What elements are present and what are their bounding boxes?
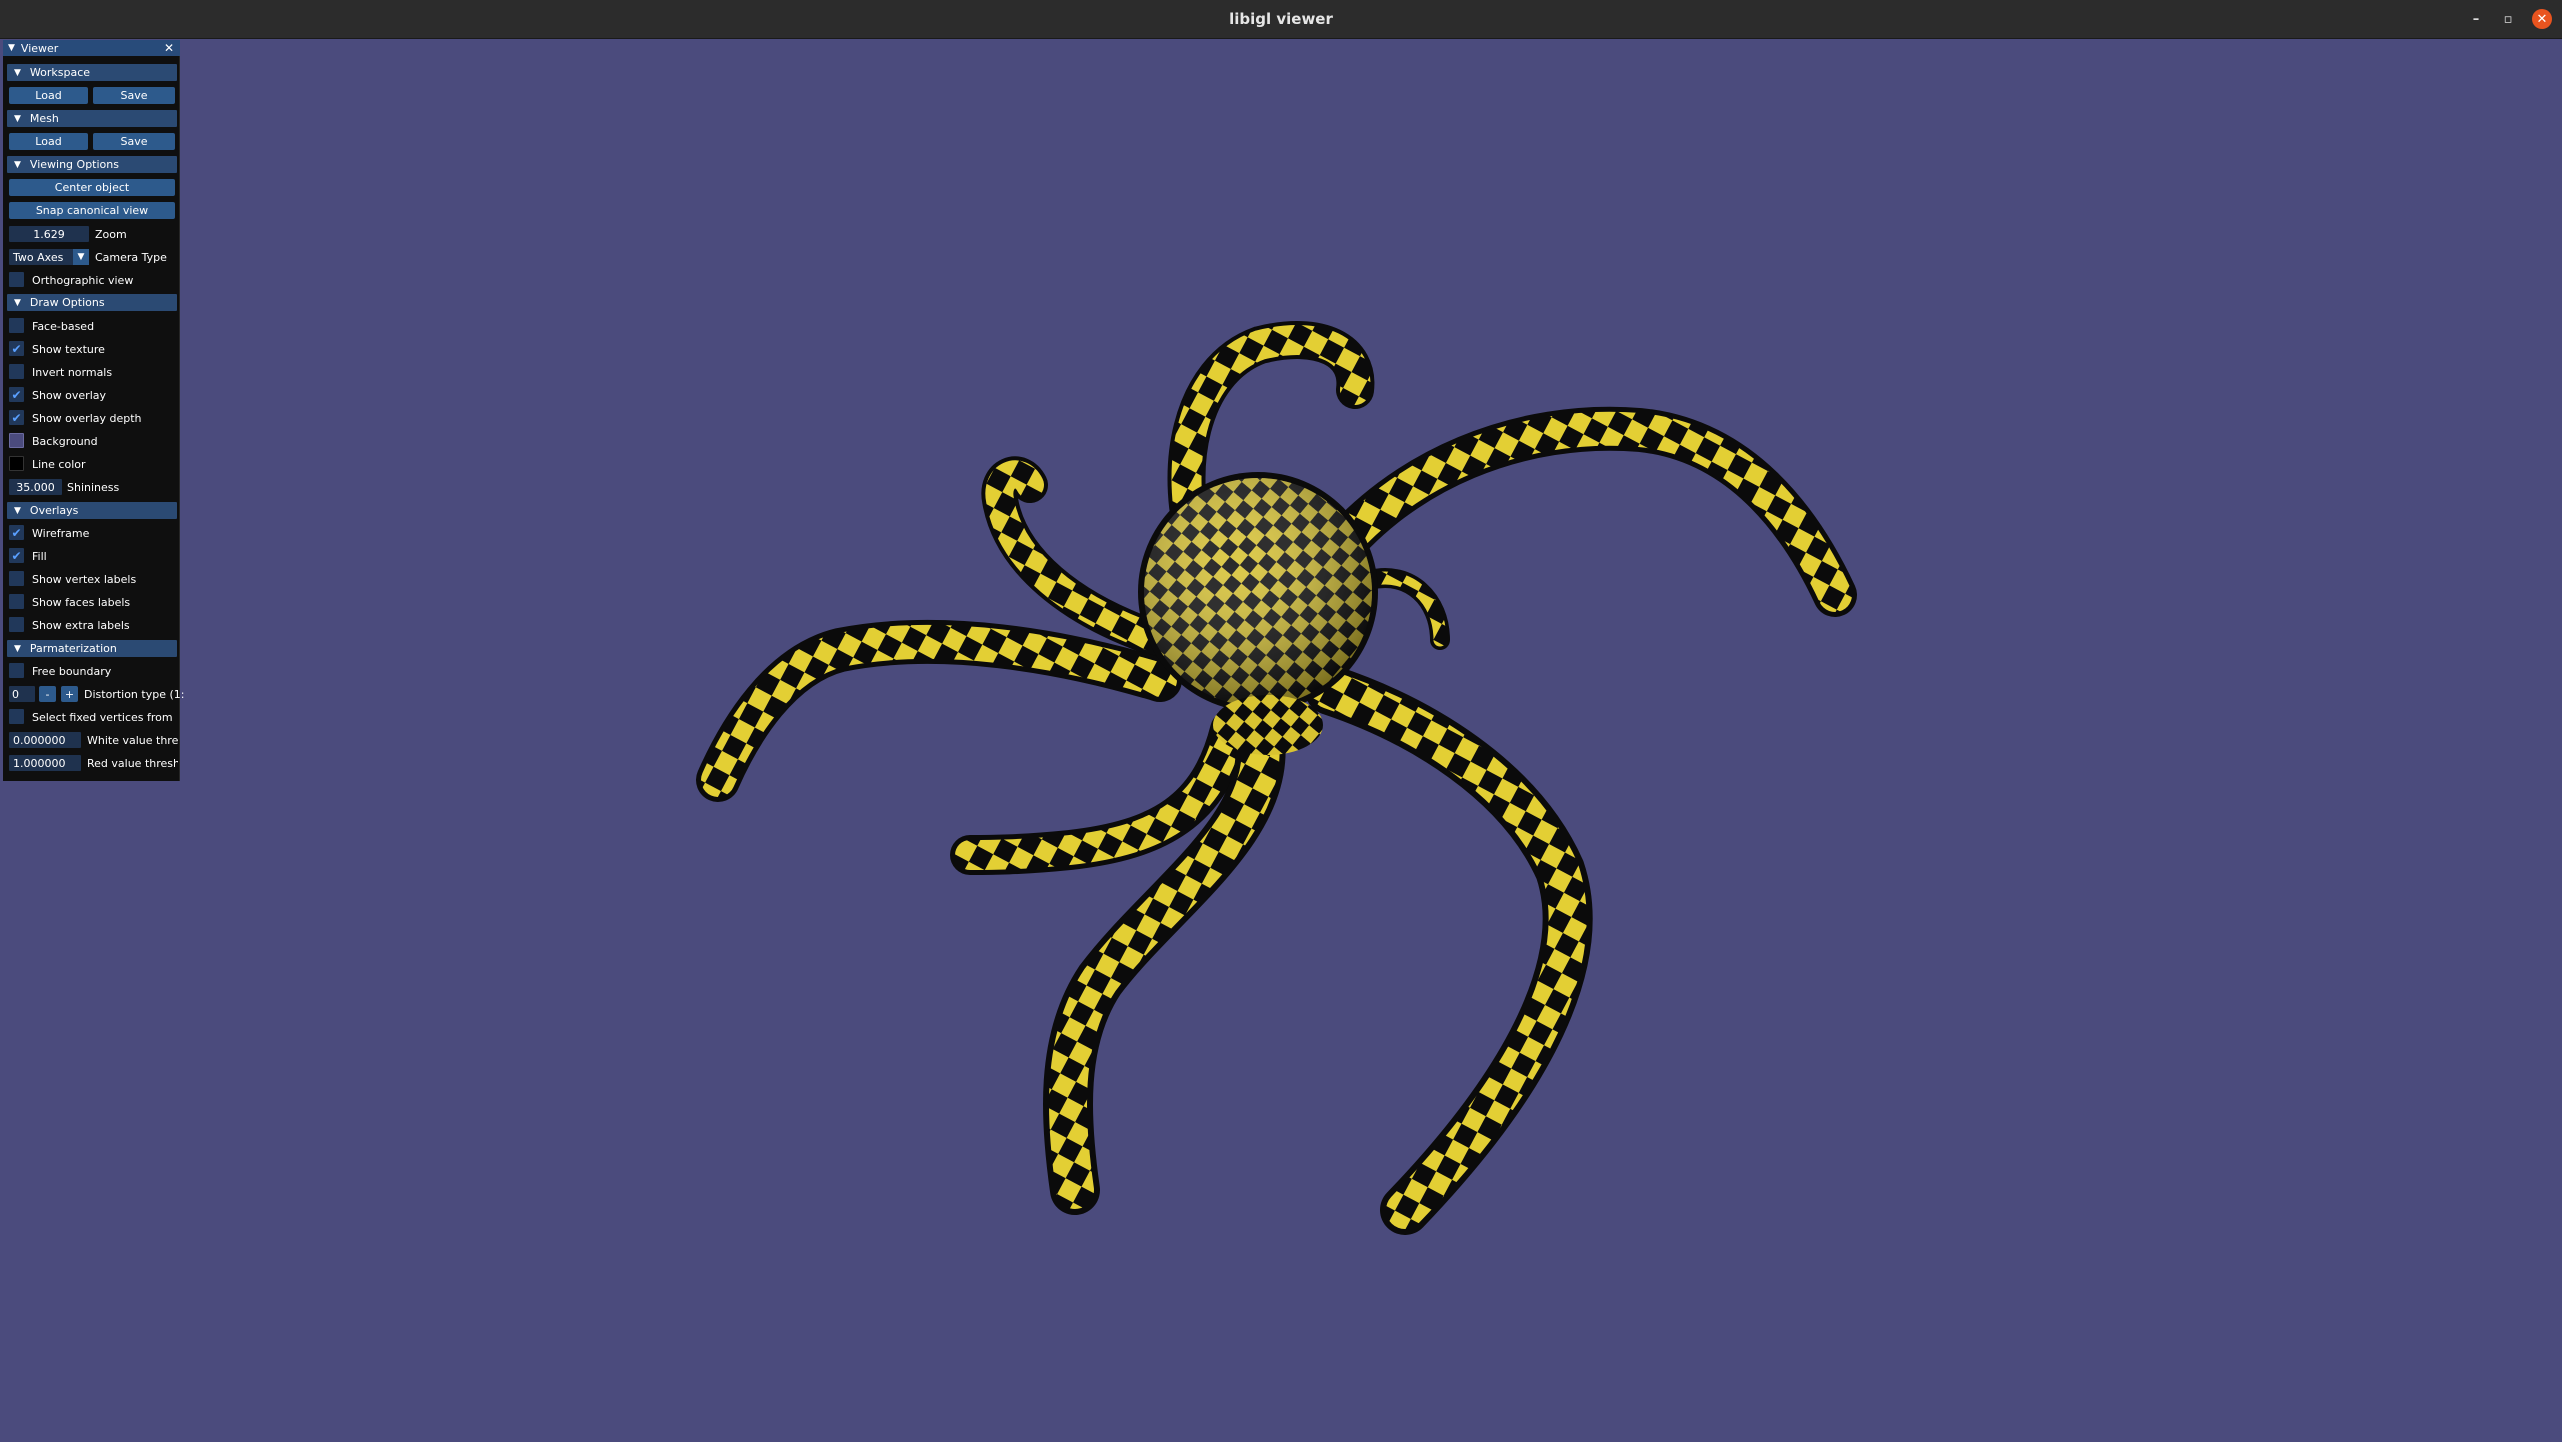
select-fixed-vertices-label: Select fixed vertices from bou bbox=[32, 711, 177, 724]
show-texture-checkbox[interactable]: ✔ bbox=[9, 341, 24, 356]
octopus-mesh-render[interactable] bbox=[0, 38, 2562, 1442]
checkmark-icon: ✔ bbox=[11, 341, 22, 356]
wireframe-label: Wireframe bbox=[32, 527, 90, 540]
zoom-input[interactable]: 1.629 bbox=[9, 226, 89, 242]
overlays-header[interactable]: ▼ Overlays bbox=[7, 502, 177, 519]
checkmark-icon: ✔ bbox=[11, 525, 22, 540]
show-overlay-depth-checkbox[interactable]: ✔ bbox=[9, 410, 24, 425]
red-value-threshold-label: Red value threshol bbox=[87, 757, 178, 770]
viewing-options-header-label: Viewing Options bbox=[29, 158, 119, 171]
shininess-label: Shininess bbox=[67, 481, 120, 494]
workspace-header[interactable]: ▼ Workspace bbox=[7, 64, 177, 81]
collapse-arrow-icon: ▼ bbox=[14, 505, 21, 516]
mesh-save-button[interactable]: Save bbox=[93, 133, 175, 150]
shininess-input[interactable]: 35.000 bbox=[9, 479, 62, 495]
show-extra-labels-label: Show extra labels bbox=[32, 619, 130, 632]
workspace-header-label: Workspace bbox=[29, 66, 91, 79]
mesh-header-label: Mesh bbox=[29, 112, 59, 125]
free-boundary-checkbox[interactable] bbox=[9, 663, 24, 678]
zoom-label: Zoom bbox=[95, 228, 127, 241]
collapse-arrow-icon: ▼ bbox=[14, 297, 21, 308]
fill-checkbox[interactable]: ✔ bbox=[9, 548, 24, 563]
distortion-minus-button[interactable]: - bbox=[39, 686, 56, 702]
wireframe-checkbox[interactable]: ✔ bbox=[9, 525, 24, 540]
background-color-swatch[interactable] bbox=[9, 433, 24, 448]
workspace-load-button[interactable]: Load bbox=[9, 87, 88, 104]
collapse-arrow-icon[interactable]: ▼ bbox=[8, 43, 15, 53]
draw-options-header-label: Draw Options bbox=[29, 296, 105, 309]
camera-type-label: Camera Type bbox=[95, 251, 167, 264]
chevron-down-icon[interactable]: ▼ bbox=[73, 249, 89, 265]
collapse-arrow-icon: ▼ bbox=[14, 159, 21, 170]
distortion-type-input[interactable]: 0 bbox=[9, 686, 35, 702]
tentacles bbox=[696, 321, 1857, 1235]
fill-label: Fill bbox=[32, 550, 47, 563]
3d-viewport[interactable] bbox=[0, 38, 2562, 1442]
white-value-threshold-label: White value thresh bbox=[87, 734, 178, 747]
show-vertex-labels-checkbox[interactable] bbox=[9, 571, 24, 586]
collapse-arrow-icon: ▼ bbox=[14, 643, 21, 654]
parameterization-header[interactable]: ▼ Parmaterization bbox=[7, 640, 177, 657]
window-titlebar: libigl viewer – ▫ ✕ bbox=[0, 0, 2562, 39]
show-overlay-checkbox[interactable]: ✔ bbox=[9, 387, 24, 402]
close-window-button[interactable]: ✕ bbox=[2532, 9, 2552, 29]
show-vertex-labels-label: Show vertex labels bbox=[32, 573, 137, 586]
mesh-load-button[interactable]: Load bbox=[9, 133, 88, 150]
close-icon[interactable]: ✕ bbox=[164, 41, 174, 55]
show-overlay-depth-label: Show overlay depth bbox=[32, 412, 142, 425]
free-boundary-label: Free boundary bbox=[32, 665, 112, 678]
overlays-header-label: Overlays bbox=[29, 504, 79, 517]
window-title: libigl viewer bbox=[1229, 10, 1333, 28]
camera-type-select[interactable]: Two Axes ▼ bbox=[9, 249, 89, 265]
distortion-type-label: Distortion type (1: bbox=[84, 688, 185, 701]
background-label: Background bbox=[32, 435, 98, 448]
line-color-swatch[interactable] bbox=[9, 456, 24, 471]
parameterization-header-label: Parmaterization bbox=[29, 642, 117, 655]
maximize-button[interactable]: ▫ bbox=[2498, 9, 2518, 29]
show-faces-labels-label: Show faces labels bbox=[32, 596, 131, 609]
panel-title: Viewer bbox=[20, 41, 59, 55]
checkmark-icon: ✔ bbox=[11, 548, 22, 563]
select-fixed-vertices-checkbox[interactable] bbox=[9, 709, 24, 724]
white-value-threshold-input[interactable]: 0.000000 bbox=[9, 732, 81, 748]
show-overlay-label: Show overlay bbox=[32, 389, 107, 402]
workspace-save-button[interactable]: Save bbox=[93, 87, 175, 104]
collapse-arrow-icon: ▼ bbox=[14, 67, 21, 78]
checkmark-icon: ✔ bbox=[11, 387, 22, 402]
show-faces-labels-checkbox[interactable] bbox=[9, 594, 24, 609]
distortion-plus-button[interactable]: + bbox=[61, 686, 78, 702]
face-based-label: Face-based bbox=[32, 320, 95, 333]
minimize-button[interactable]: – bbox=[2466, 9, 2486, 29]
orthographic-view-checkbox[interactable] bbox=[9, 272, 24, 287]
panel-titlebar[interactable]: ▼ Viewer ✕ bbox=[3, 40, 180, 56]
camera-type-value: Two Axes bbox=[13, 250, 64, 264]
checkmark-icon: ✔ bbox=[11, 410, 22, 425]
draw-options-header[interactable]: ▼ Draw Options bbox=[7, 294, 177, 311]
show-extra-labels-checkbox[interactable] bbox=[9, 617, 24, 632]
mesh-header[interactable]: ▼ Mesh bbox=[7, 110, 177, 127]
invert-normals-label: Invert normals bbox=[32, 366, 113, 379]
center-object-button[interactable]: Center object bbox=[9, 179, 175, 196]
collapse-arrow-icon: ▼ bbox=[14, 113, 21, 124]
viewer-panel: ▼ Viewer ✕ ▼ Workspace Load Save ▼ Mesh … bbox=[3, 40, 184, 781]
viewing-options-header[interactable]: ▼ Viewing Options bbox=[7, 156, 177, 173]
orthographic-view-label: Orthographic view bbox=[32, 274, 134, 287]
invert-normals-checkbox[interactable] bbox=[9, 364, 24, 379]
snap-canonical-view-button[interactable]: Snap canonical view bbox=[9, 202, 175, 219]
red-value-threshold-input[interactable]: 1.000000 bbox=[9, 755, 81, 771]
face-based-checkbox[interactable] bbox=[9, 318, 24, 333]
show-texture-label: Show texture bbox=[32, 343, 105, 356]
line-color-label: Line color bbox=[32, 458, 86, 471]
